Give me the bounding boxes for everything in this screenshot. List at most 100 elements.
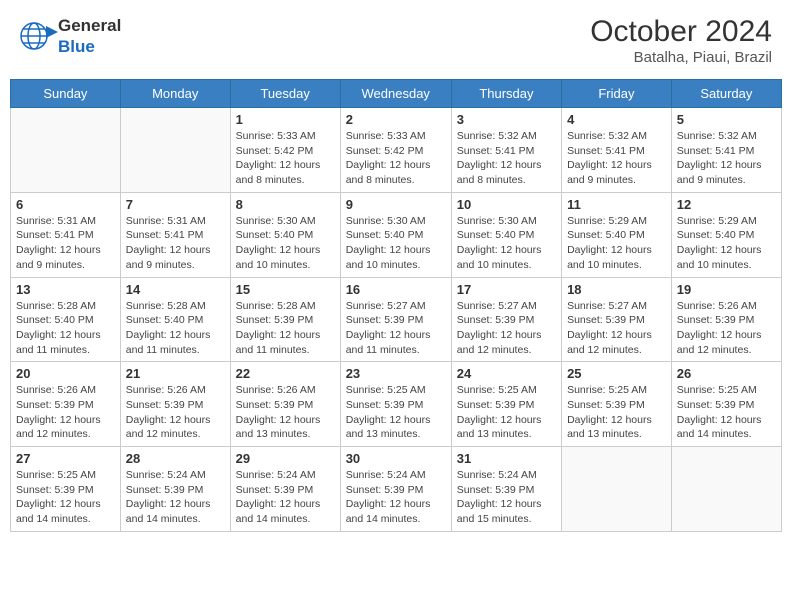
calendar-cell: 7 Sunrise: 5:31 AM Sunset: 5:41 PM Daylig… <box>120 192 230 277</box>
weekday-header: Wednesday <box>340 80 451 108</box>
day-number: 25 <box>567 366 666 381</box>
day-number: 28 <box>126 451 225 466</box>
calendar-cell: 10 Sunrise: 5:30 AM Sunset: 5:40 PM Dayli… <box>451 192 561 277</box>
day-info: Sunrise: 5:25 AM Sunset: 5:39 PM Dayligh… <box>457 383 556 442</box>
calendar-cell: 17 Sunrise: 5:27 AM Sunset: 5:39 PM Dayli… <box>451 277 561 362</box>
day-number: 9 <box>346 197 446 212</box>
calendar-cell: 1Sunrise: 5:33 AM Sunset: 5:42 PM Daylig… <box>230 108 340 193</box>
calendar-cell: 22Sunrise: 5:26 AM Sunset: 5:39 PM Dayli… <box>230 362 340 447</box>
day-number: 17 <box>457 282 556 297</box>
day-number: 6 <box>16 197 115 212</box>
calendar-cell: 13 Sunrise: 5:28 AM Sunset: 5:40 PM Dayli… <box>11 277 121 362</box>
day-info: Sunrise: 5:26 AM Sunset: 5:39 PM Dayligh… <box>16 383 115 442</box>
calendar-cell <box>562 447 672 532</box>
day-number: 16 <box>346 282 446 297</box>
day-info: Sunrise: 5:25 AM Sunset: 5:39 PM Dayligh… <box>677 383 776 442</box>
location-subtitle: Batalha, Piaui, Brazil <box>590 49 772 66</box>
calendar-cell: 24 Sunrise: 5:25 AM Sunset: 5:39 PM Dayli… <box>451 362 561 447</box>
day-number: 12 <box>677 197 776 212</box>
calendar-cell: 28 Sunrise: 5:24 AM Sunset: 5:39 PM Dayli… <box>120 447 230 532</box>
calendar-week-row: 20Sunrise: 5:26 AM Sunset: 5:39 PM Dayli… <box>11 362 782 447</box>
calendar-cell: 23 Sunrise: 5:25 AM Sunset: 5:39 PM Dayli… <box>340 362 451 447</box>
day-number: 26 <box>677 366 776 381</box>
day-info: Sunrise: 5:29 AM Sunset: 5:40 PM Dayligh… <box>677 214 776 273</box>
weekday-header: Thursday <box>451 80 561 108</box>
day-number: 18 <box>567 282 666 297</box>
day-number: 1 <box>236 112 335 127</box>
day-info: Sunrise: 5:30 AM Sunset: 5:40 PM Dayligh… <box>457 214 556 273</box>
weekday-header: Tuesday <box>230 80 340 108</box>
page-header: General Blue October 2024 Batalha, Piaui… <box>10 10 782 71</box>
logo-general-text: General <box>58 16 121 35</box>
day-number: 13 <box>16 282 115 297</box>
day-info: Sunrise: 5:31 AM Sunset: 5:41 PM Dayligh… <box>126 214 225 273</box>
day-number: 3 <box>457 112 556 127</box>
calendar-cell: 27 Sunrise: 5:25 AM Sunset: 5:39 PM Dayli… <box>11 447 121 532</box>
logo: General Blue <box>20 15 121 57</box>
day-info: Sunrise: 5:26 AM Sunset: 5:39 PM Dayligh… <box>677 299 776 358</box>
day-info: Sunrise: 5:32 AM Sunset: 5:41 PM Dayligh… <box>677 129 776 188</box>
day-info: Sunrise: 5:28 AM Sunset: 5:40 PM Dayligh… <box>16 299 115 358</box>
calendar-week-row: 13 Sunrise: 5:28 AM Sunset: 5:40 PM Dayli… <box>11 277 782 362</box>
day-info: Sunrise: 5:24 AM Sunset: 5:39 PM Dayligh… <box>236 468 335 527</box>
day-info: Sunrise: 5:27 AM Sunset: 5:39 PM Dayligh… <box>567 299 666 358</box>
calendar-cell: 12 Sunrise: 5:29 AM Sunset: 5:40 PM Dayli… <box>671 192 781 277</box>
day-info: Sunrise: 5:33 AM Sunset: 5:42 PM Dayligh… <box>346 129 446 188</box>
calendar-cell: 18 Sunrise: 5:27 AM Sunset: 5:39 PM Dayli… <box>562 277 672 362</box>
day-number: 10 <box>457 197 556 212</box>
calendar-week-row: 6 Sunrise: 5:31 AM Sunset: 5:41 PM Daylig… <box>11 192 782 277</box>
calendar-cell: 19 Sunrise: 5:26 AM Sunset: 5:39 PM Dayli… <box>671 277 781 362</box>
day-number: 27 <box>16 451 115 466</box>
day-info: Sunrise: 5:28 AM Sunset: 5:39 PM Dayligh… <box>236 299 335 358</box>
calendar-cell: 8Sunrise: 5:30 AM Sunset: 5:40 PM Daylig… <box>230 192 340 277</box>
day-info: Sunrise: 5:24 AM Sunset: 5:39 PM Dayligh… <box>126 468 225 527</box>
day-info: Sunrise: 5:25 AM Sunset: 5:39 PM Dayligh… <box>567 383 666 442</box>
calendar-cell: 15 Sunrise: 5:28 AM Sunset: 5:39 PM Dayli… <box>230 277 340 362</box>
weekday-header: Monday <box>120 80 230 108</box>
day-number: 31 <box>457 451 556 466</box>
day-info: Sunrise: 5:30 AM Sunset: 5:40 PM Dayligh… <box>346 214 446 273</box>
calendar-cell <box>671 447 781 532</box>
day-number: 29 <box>236 451 335 466</box>
day-info: Sunrise: 5:28 AM Sunset: 5:40 PM Dayligh… <box>126 299 225 358</box>
day-number: 21 <box>126 366 225 381</box>
weekday-header: Saturday <box>671 80 781 108</box>
day-number: 4 <box>567 112 666 127</box>
calendar-cell: 30Sunrise: 5:24 AM Sunset: 5:39 PM Dayli… <box>340 447 451 532</box>
day-info: Sunrise: 5:25 AM Sunset: 5:39 PM Dayligh… <box>16 468 115 527</box>
calendar-week-row: 27 Sunrise: 5:25 AM Sunset: 5:39 PM Dayli… <box>11 447 782 532</box>
calendar-cell: 14 Sunrise: 5:28 AM Sunset: 5:40 PM Dayli… <box>120 277 230 362</box>
day-info: Sunrise: 5:26 AM Sunset: 5:39 PM Dayligh… <box>126 383 225 442</box>
day-number: 19 <box>677 282 776 297</box>
logo-icon <box>20 18 58 54</box>
calendar-cell: 16Sunrise: 5:27 AM Sunset: 5:39 PM Dayli… <box>340 277 451 362</box>
day-number: 15 <box>236 282 335 297</box>
day-info: Sunrise: 5:30 AM Sunset: 5:40 PM Dayligh… <box>236 214 335 273</box>
day-number: 7 <box>126 197 225 212</box>
calendar-week-row: 1 Sunrise: 5:33 AM Sunset: 5:42 PM Daylig… <box>11 108 782 193</box>
day-number: 11 <box>567 197 666 212</box>
day-number: 24 <box>457 366 556 381</box>
weekday-header: Sunday <box>11 80 121 108</box>
weekday-header-row: SundayMondayTuesdayWednesdayThursdayFrid… <box>11 80 782 108</box>
weekday-header: Friday <box>562 80 672 108</box>
day-number: 22 <box>236 366 335 381</box>
day-number: 14 <box>126 282 225 297</box>
calendar-cell: 3Sunrise: 5:32 AM Sunset: 5:41 PM Daylig… <box>451 108 561 193</box>
calendar-cell: 5 Sunrise: 5:32 AM Sunset: 5:41 PM Daylig… <box>671 108 781 193</box>
month-year-title: October 2024 <box>590 15 772 49</box>
day-info: Sunrise: 5:24 AM Sunset: 5:39 PM Dayligh… <box>457 468 556 527</box>
calendar-cell: 25 Sunrise: 5:25 AM Sunset: 5:39 PM Dayli… <box>562 362 672 447</box>
calendar-table: SundayMondayTuesdayWednesdayThursdayFrid… <box>10 79 782 532</box>
day-info: Sunrise: 5:27 AM Sunset: 5:39 PM Dayligh… <box>457 299 556 358</box>
day-info: Sunrise: 5:32 AM Sunset: 5:41 PM Dayligh… <box>567 129 666 188</box>
calendar-cell <box>120 108 230 193</box>
logo-blue-text: Blue <box>58 37 95 56</box>
day-info: Sunrise: 5:29 AM Sunset: 5:40 PM Dayligh… <box>567 214 666 273</box>
day-number: 23 <box>346 366 446 381</box>
title-area: October 2024 Batalha, Piaui, Brazil <box>590 15 772 66</box>
day-number: 5 <box>677 112 776 127</box>
day-info: Sunrise: 5:25 AM Sunset: 5:39 PM Dayligh… <box>346 383 446 442</box>
calendar-cell: 6Sunrise: 5:31 AM Sunset: 5:41 PM Daylig… <box>11 192 121 277</box>
calendar-cell: 2Sunrise: 5:33 AM Sunset: 5:42 PM Daylig… <box>340 108 451 193</box>
